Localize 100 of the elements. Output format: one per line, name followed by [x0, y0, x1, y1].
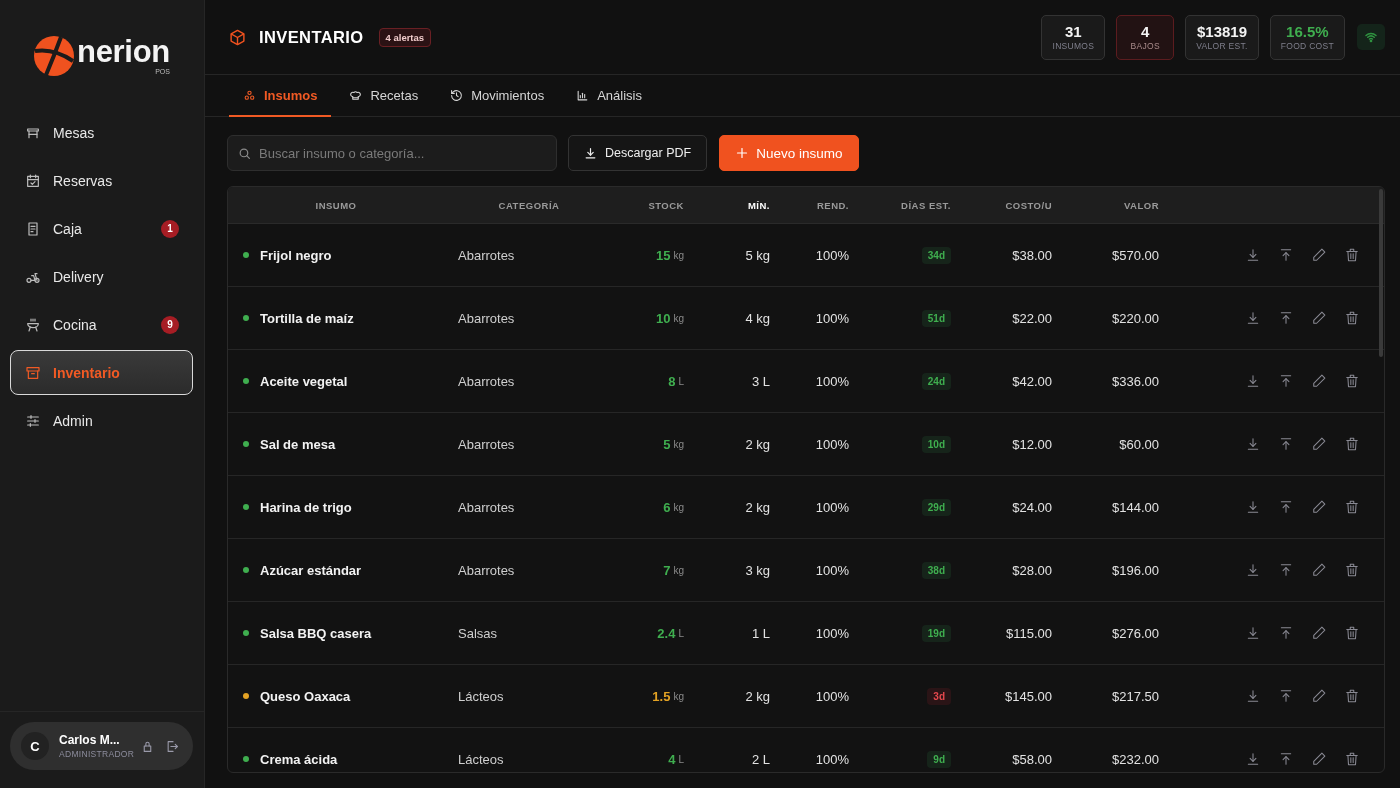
table-cell: Abarrotes	[458, 373, 515, 389]
stock-value: 5	[663, 436, 671, 452]
nav-item[interactable]: Delivery	[10, 254, 193, 299]
nav-item[interactable]: Caja 1	[10, 206, 193, 251]
tab[interactable]: Movimientos	[436, 75, 559, 117]
table-cell: 100%	[815, 688, 849, 704]
search-field[interactable]: Buscar insumo o categoría...	[227, 135, 557, 171]
days-badge: 34d	[921, 246, 951, 264]
avatar: C	[21, 732, 49, 760]
upload-icon[interactable]	[1279, 311, 1293, 325]
trash-icon[interactable]	[1345, 374, 1359, 388]
trash-icon[interactable]	[1345, 689, 1359, 703]
logo-icon	[34, 36, 75, 76]
upload-icon[interactable]	[1279, 500, 1293, 514]
trash-icon[interactable]	[1345, 437, 1359, 451]
table-cell: Abarrotes	[458, 310, 515, 326]
history-icon	[450, 88, 464, 102]
stock-value: 8	[668, 373, 676, 389]
stock-value: 4	[668, 751, 676, 767]
circles-icon	[243, 88, 256, 102]
pencil-icon[interactable]	[1312, 563, 1326, 577]
column-header[interactable]: VALOR	[1123, 199, 1159, 211]
column-header[interactable]: INSUMO	[315, 199, 357, 211]
download-icon[interactable]	[1246, 374, 1260, 388]
download-icon[interactable]	[1246, 248, 1260, 262]
nav-item[interactable]: Cocina 9	[10, 302, 193, 347]
wifi-icon[interactable]	[1357, 24, 1385, 50]
download-icon[interactable]	[1246, 311, 1260, 325]
download-icon	[584, 146, 597, 160]
trash-icon[interactable]	[1345, 752, 1359, 766]
user-name: Carlos M...	[59, 732, 121, 748]
upload-icon[interactable]	[1279, 689, 1293, 703]
download-icon[interactable]	[1246, 437, 1260, 451]
column-header[interactable]: CATEGORÍA	[498, 199, 560, 211]
logout-icon[interactable]	[166, 739, 179, 753]
user-role: ADMINISTRADOR	[59, 747, 135, 760]
pencil-icon[interactable]	[1312, 437, 1326, 451]
upload-icon[interactable]	[1279, 563, 1293, 577]
table-cell: 1 L	[751, 625, 770, 641]
table-cell: $276.00	[1112, 625, 1159, 641]
table-cell: 3 L	[751, 373, 770, 389]
trash-icon[interactable]	[1345, 500, 1359, 514]
column-header[interactable]: COSTO/U	[1005, 199, 1052, 211]
nav-item[interactable]: Inventario	[10, 350, 193, 395]
upload-icon[interactable]	[1279, 437, 1293, 451]
trash-icon[interactable]	[1345, 248, 1359, 262]
column-header[interactable]: REND.	[816, 199, 849, 211]
tab[interactable]: Análisis	[562, 75, 656, 117]
lock-icon[interactable]	[141, 739, 154, 753]
trash-icon[interactable]	[1345, 626, 1359, 640]
trash-icon[interactable]	[1345, 311, 1359, 325]
stock-unit: kg	[673, 312, 684, 324]
item-name: Salsa BBQ casera	[260, 625, 372, 641]
stock-value: 6	[663, 499, 671, 515]
column-header[interactable]: STOCK	[648, 199, 684, 211]
item-name: Azúcar estándar	[260, 562, 362, 578]
stat-value: 31	[1065, 22, 1082, 41]
download-icon[interactable]	[1246, 500, 1260, 514]
days-badge: 3d	[927, 687, 951, 705]
upload-icon[interactable]	[1279, 752, 1293, 766]
table-cell: 100%	[815, 373, 849, 389]
download-icon[interactable]	[1246, 752, 1260, 766]
download-icon[interactable]	[1246, 563, 1260, 577]
table-cell: Abarrotes	[458, 499, 515, 515]
count-badge: 9	[161, 315, 179, 334]
nav-item[interactable]: Mesas	[10, 110, 193, 155]
table-cell: $220.00	[1112, 310, 1159, 326]
upload-icon[interactable]	[1279, 626, 1293, 640]
cube-icon	[229, 28, 246, 46]
upload-icon[interactable]	[1279, 374, 1293, 388]
pencil-icon[interactable]	[1312, 374, 1326, 388]
item-name: Harina de trigo	[260, 499, 352, 515]
table-cell: 100%	[815, 751, 849, 767]
download-icon[interactable]	[1246, 626, 1260, 640]
download-button[interactable]: Descargar PDF	[568, 135, 708, 171]
table-cell: $196.00	[1112, 562, 1159, 578]
table-cell: $38.00	[1012, 247, 1052, 263]
column-header[interactable]: MÍN.	[747, 199, 770, 211]
tab[interactable]: Insumos	[229, 75, 332, 117]
pencil-icon[interactable]	[1312, 311, 1326, 325]
pencil-icon[interactable]	[1312, 689, 1326, 703]
pencil-icon[interactable]	[1312, 248, 1326, 262]
days-badge: 9d	[927, 750, 951, 768]
table-cell: Abarrotes	[458, 436, 515, 452]
pencil-icon[interactable]	[1312, 626, 1326, 640]
days-badge: 29d	[921, 498, 951, 516]
nav-item[interactable]: Admin	[10, 398, 193, 443]
table-cell: 2 L	[751, 751, 770, 767]
table-cell: 2 kg	[745, 499, 770, 515]
nav-item[interactable]: Reservas	[10, 158, 193, 203]
download-icon[interactable]	[1246, 689, 1260, 703]
pencil-icon[interactable]	[1312, 752, 1326, 766]
pencil-icon[interactable]	[1312, 500, 1326, 514]
new-item-button[interactable]: Nuevo insumo	[719, 135, 860, 171]
trash-icon[interactable]	[1345, 563, 1359, 577]
alert-badge: 4 alertas	[378, 27, 432, 47]
tab[interactable]: Recetas	[335, 75, 433, 117]
table-cell: 100%	[815, 625, 849, 641]
upload-icon[interactable]	[1279, 248, 1293, 262]
column-header[interactable]: DÍAS EST.	[901, 199, 951, 211]
